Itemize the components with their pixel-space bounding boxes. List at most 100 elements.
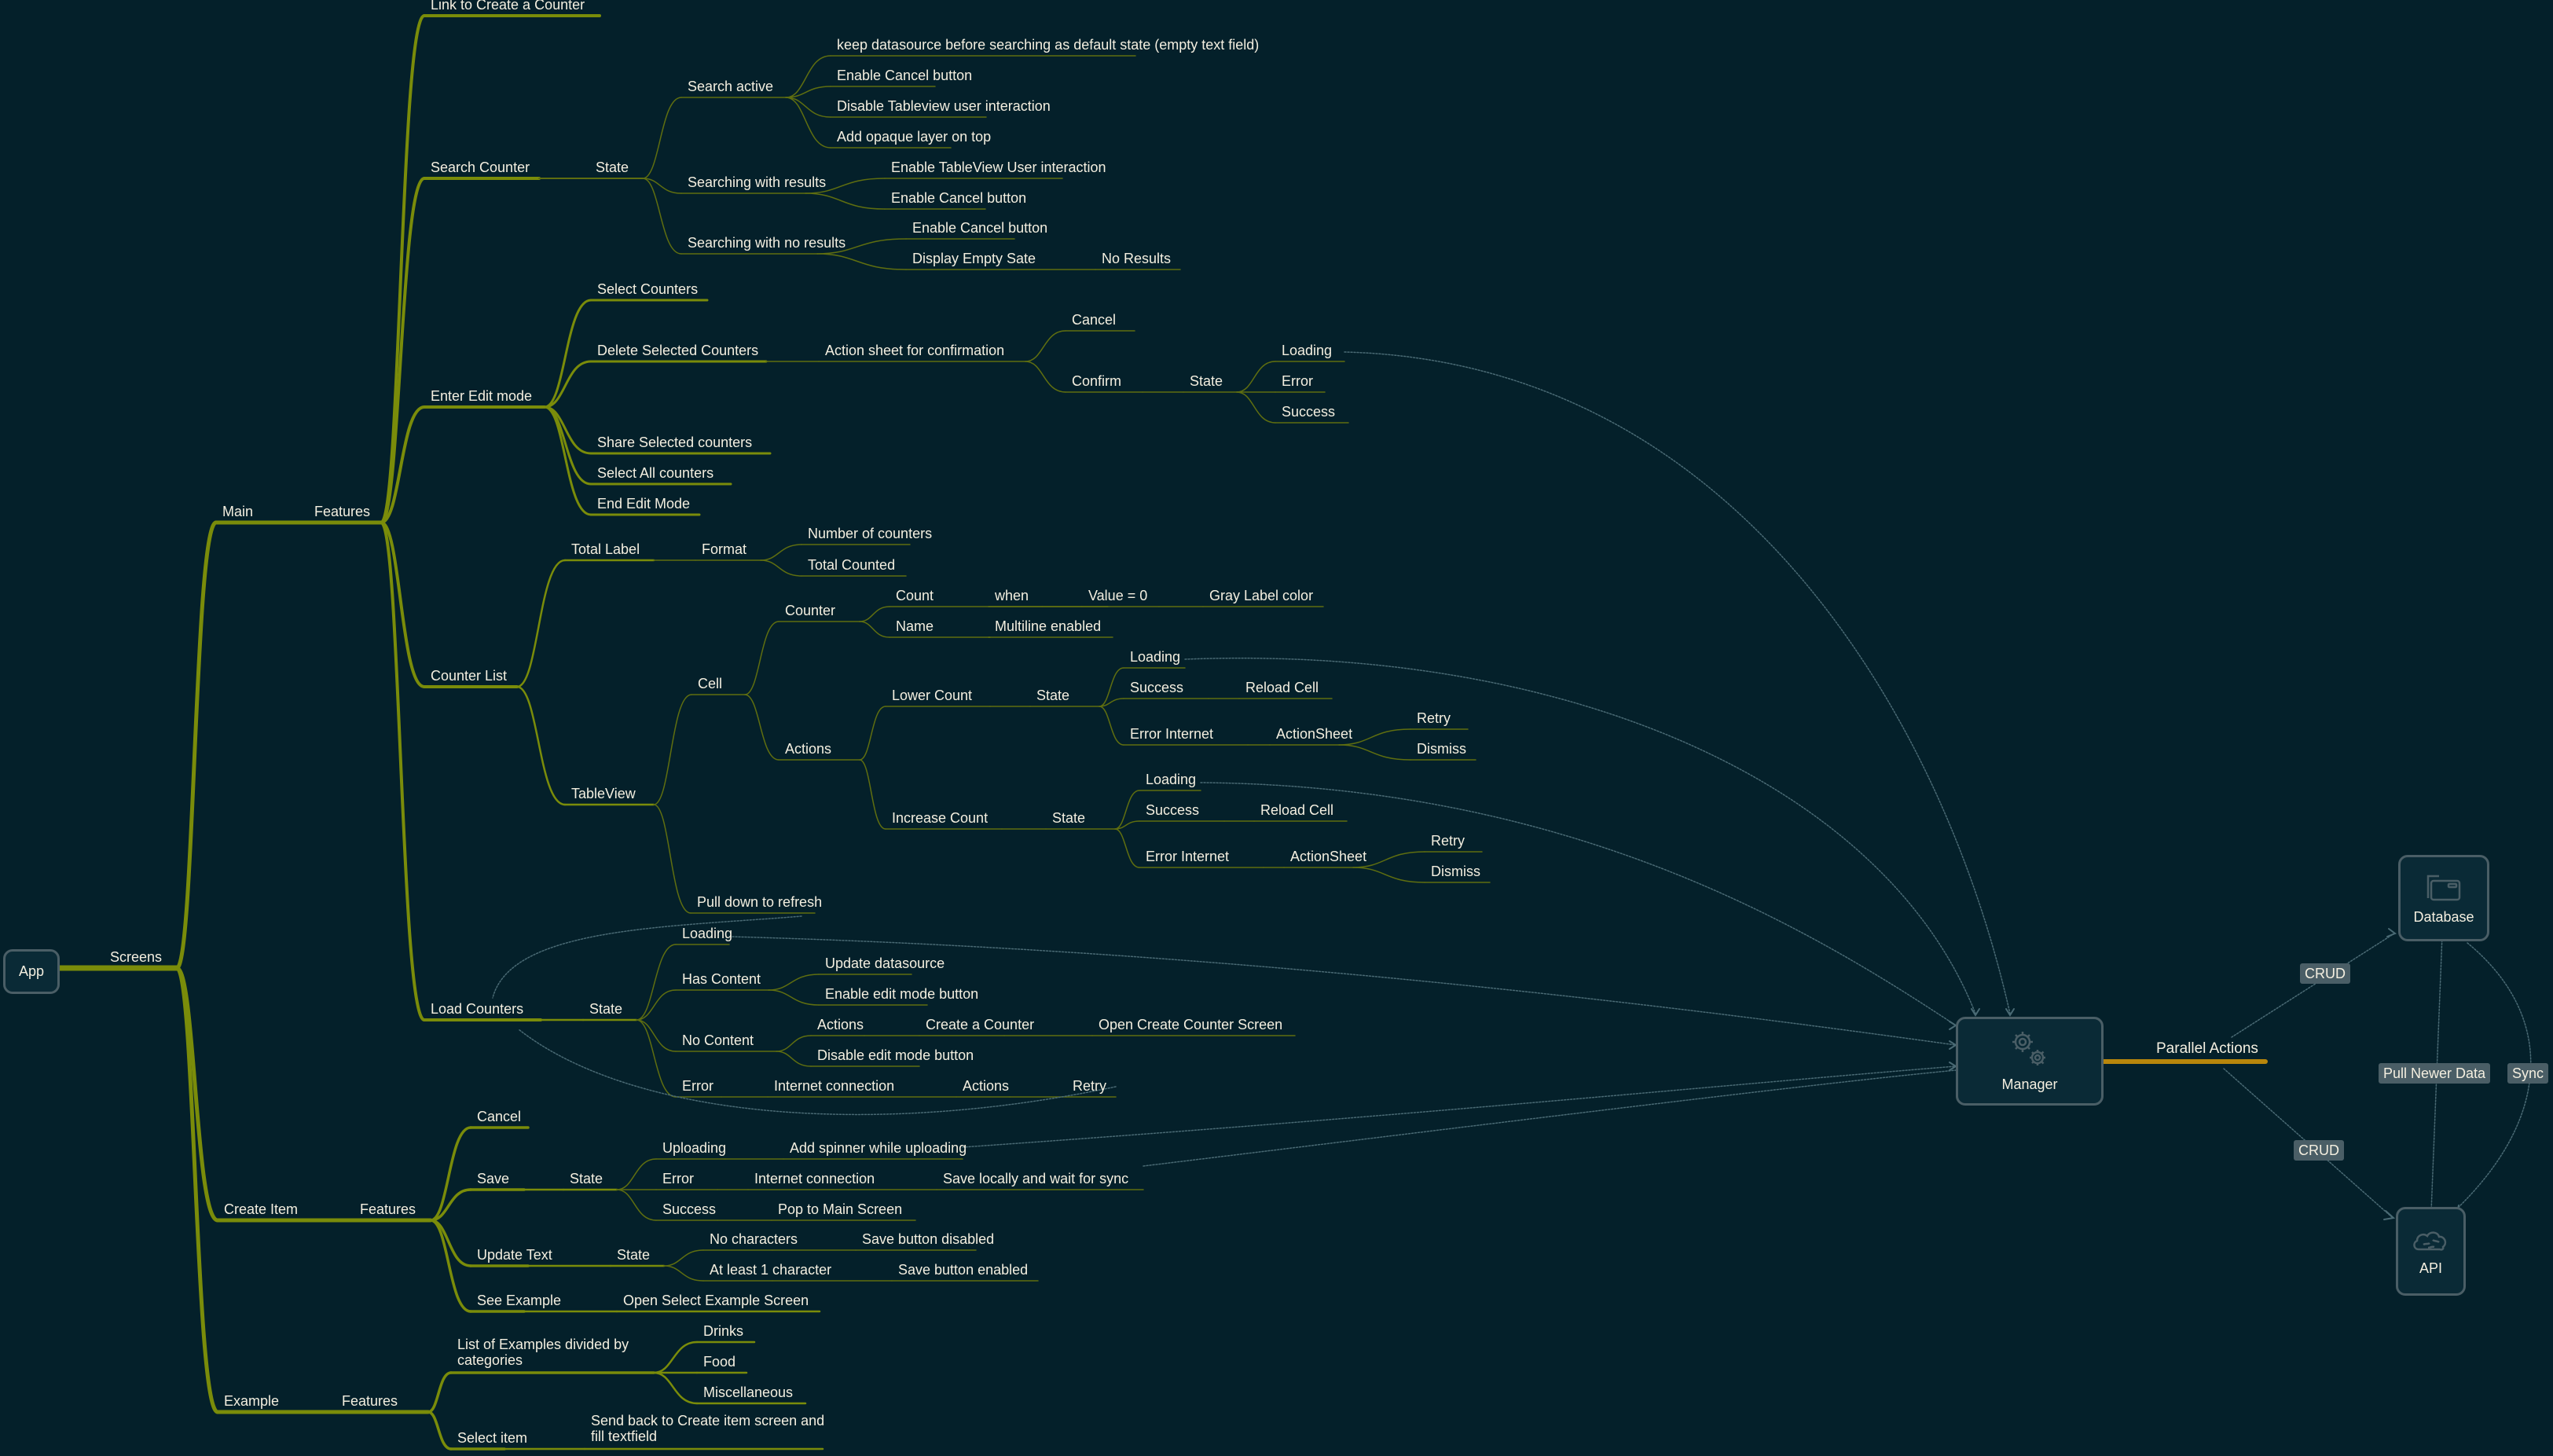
mindmap-node-sres0[interactable]: Enable TableView User interaction — [891, 160, 1106, 175]
mindmap-node-cancel[interactable]: Cancel — [1072, 312, 1116, 328]
mindmap-node-ic[interactable]: Internet connection — [774, 1078, 894, 1094]
app-root-node[interactable]: App — [3, 949, 60, 994]
mindmap-node-cat1[interactable]: Food — [703, 1354, 735, 1370]
mindmap-node-se[interactable]: Save button enabled — [898, 1262, 1028, 1278]
mindmap-node-cs1[interactable]: Error — [1282, 373, 1313, 389]
mindmap-node-cat2[interactable]: Miscellaneous — [703, 1384, 793, 1400]
mindmap-node-il[interactable]: Loading — [1146, 772, 1196, 787]
mindmap-node-list[interactable]: List of Examples divided by categories — [457, 1337, 662, 1368]
mindmap-node-snores[interactable]: Searching with no results — [688, 235, 845, 251]
mindmap-node-lstate[interactable]: State — [1036, 688, 1069, 703]
mindmap-node-utstate[interactable]: State — [617, 1247, 650, 1263]
mindmap-node-cicancel[interactable]: Cancel — [477, 1109, 521, 1124]
mindmap-node-sai1[interactable]: Enable Cancel button — [837, 68, 972, 83]
mindmap-node-format[interactable]: Format — [702, 541, 746, 557]
mindmap-node-eretry[interactable]: Retry — [1073, 1078, 1106, 1094]
mindmap-node-eact[interactable]: Actions — [963, 1078, 1009, 1094]
mindmap-node-tv[interactable]: TableView — [571, 786, 636, 801]
mindmap-node-ll[interactable]: Loading — [1130, 649, 1180, 665]
mindmap-node-total[interactable]: Total Label — [571, 541, 640, 557]
mindmap-node-cierr[interactable]: Error — [662, 1171, 694, 1186]
mindmap-node-selall[interactable]: Select All counters — [597, 465, 713, 481]
mindmap-node-cs2[interactable]: Success — [1282, 404, 1335, 420]
mindmap-node-occ[interactable]: Open Create Counter Screen — [1099, 1017, 1282, 1032]
mindmap-node-noch[interactable]: No characters — [710, 1231, 798, 1247]
mindmap-node-sres1[interactable]: Enable Cancel button — [891, 190, 1026, 206]
mindmap-node-pop[interactable]: Pop to Main Screen — [778, 1201, 902, 1217]
manager-node[interactable]: Manager — [1956, 1017, 2104, 1106]
mindmap-node-gray[interactable]: Gray Label color — [1209, 588, 1313, 603]
mindmap-node-cs0[interactable]: Loading — [1282, 343, 1332, 358]
mindmap-node-ncc[interactable]: Create a Counter — [926, 1017, 1034, 1032]
mindmap-node-hc[interactable]: Has Content — [682, 971, 761, 987]
mindmap-node-cat0[interactable]: Drinks — [703, 1323, 743, 1339]
mindmap-node-val0[interactable]: Value = 0 — [1088, 588, 1147, 603]
mindmap-node-sai0[interactable]: keep datasource before searching as defa… — [837, 37, 1259, 53]
mindmap-node-sai2[interactable]: Disable Tableview user interaction — [837, 98, 1051, 114]
mindmap-node-multi[interactable]: Multiline enabled — [995, 618, 1101, 634]
mindmap-node-clist[interactable]: Counter List — [431, 668, 507, 684]
mindmap-node-up[interactable]: Uploading — [662, 1140, 726, 1156]
mindmap-node-istate[interactable]: State — [1052, 810, 1085, 826]
mindmap-node-snores0[interactable]: Enable Cancel button — [912, 220, 1047, 236]
mindmap-node-lrc[interactable]: Reload Cell — [1245, 680, 1319, 695]
mindmap-node-id[interactable]: Dismiss — [1431, 864, 1480, 879]
mindmap-node-pull[interactable]: Pull down to refresh — [697, 894, 822, 910]
mindmap-node-selc[interactable]: Select Counters — [597, 281, 698, 297]
mindmap-node-sres[interactable]: Searching with results — [688, 174, 826, 190]
mindmap-node-le[interactable]: Error Internet — [1130, 726, 1213, 742]
mindmap-node-see[interactable]: See Example — [477, 1293, 561, 1308]
mindmap-node-edit[interactable]: Enter Edit mode — [431, 388, 532, 404]
mindmap-node-snores1[interactable]: Display Empty Sate — [912, 251, 1036, 266]
mindmap-node-ud[interactable]: Update datasource — [825, 955, 945, 971]
mindmap-node-sd[interactable]: Save button disabled — [862, 1231, 994, 1247]
database-node[interactable]: Database — [2398, 855, 2489, 941]
mindmap-node-mfeat[interactable]: Features — [314, 504, 370, 519]
api-node[interactable]: API — [2396, 1207, 2466, 1296]
mindmap-node-ld[interactable]: Dismiss — [1417, 741, 1466, 757]
mindmap-node-de[interactable]: Disable edit mode button — [817, 1047, 974, 1063]
mindmap-node-exfeat[interactable]: Features — [342, 1393, 398, 1409]
mindmap-node-f0[interactable]: Number of counters — [808, 526, 932, 541]
mindmap-node-confirm[interactable]: Confirm — [1072, 373, 1121, 389]
mindmap-node-cistate[interactable]: State — [570, 1171, 603, 1186]
mindmap-node-del[interactable]: Delete Selected Counters — [597, 343, 758, 358]
mindmap-node-nc[interactable]: No Content — [682, 1032, 754, 1048]
mindmap-node-ls[interactable]: Success — [1130, 680, 1183, 695]
mindmap-node-name[interactable]: Name — [896, 618, 934, 634]
mindmap-node-cisucc[interactable]: Success — [662, 1201, 716, 1217]
mindmap-node-ee[interactable]: Enable edit mode button — [825, 986, 978, 1002]
mindmap-node-ose[interactable]: Open Select Example Screen — [623, 1293, 809, 1308]
mindmap-node-sendback[interactable]: Send back to Create item screen and fill… — [591, 1413, 834, 1444]
mindmap-node-search[interactable]: Search Counter — [431, 160, 530, 175]
mindmap-node-ut[interactable]: Update Text — [477, 1247, 552, 1263]
mindmap-node-actions[interactable]: Actions — [785, 741, 831, 757]
mindmap-node-main[interactable]: Main — [222, 504, 253, 519]
mindmap-node-spin[interactable]: Add spinner while uploading — [790, 1140, 967, 1156]
mindmap-node-share[interactable]: Share Selected counters — [597, 435, 752, 450]
mindmap-node-cisave[interactable]: Save — [477, 1171, 509, 1186]
mindmap-node-ci[interactable]: Create Item — [224, 1201, 298, 1217]
mindmap-node-cstate[interactable]: State — [1190, 373, 1223, 389]
mindmap-node-sstate[interactable]: State — [596, 160, 629, 175]
mindmap-node-lol[interactable]: Loading — [682, 926, 732, 941]
mindmap-node-f1[interactable]: Total Counted — [808, 557, 895, 573]
mindmap-node-nores[interactable]: No Results — [1102, 251, 1171, 266]
mindmap-node-counter[interactable]: Counter — [785, 603, 835, 618]
mindmap-node-cifeat[interactable]: Features — [360, 1201, 416, 1217]
mindmap-node-inc[interactable]: Increase Count — [892, 810, 988, 826]
mindmap-node-sai3[interactable]: Add opaque layer on top — [837, 129, 991, 145]
mindmap-node-endedit[interactable]: End Edit Mode — [597, 496, 690, 512]
mindmap-node-ex[interactable]: Example — [224, 1393, 279, 1409]
mindmap-node-saveloc[interactable]: Save locally and wait for sync — [943, 1171, 1128, 1186]
mindmap-node-count[interactable]: Count — [896, 588, 934, 603]
mindmap-node-asconf[interactable]: Action sheet for confirmation — [825, 343, 1004, 358]
mindmap-node-link[interactable]: Link to Create a Counter — [431, 0, 585, 13]
mindmap-node-lr[interactable]: Retry — [1417, 710, 1451, 726]
mindmap-node-las[interactable]: ActionSheet — [1276, 726, 1352, 742]
mindmap-node-irc[interactable]: Reload Cell — [1260, 802, 1333, 818]
mindmap-node-ie[interactable]: Error Internet — [1146, 849, 1229, 864]
mindmap-node-lower[interactable]: Lower Count — [892, 688, 972, 703]
mindmap-node-screens[interactable]: Screens — [110, 949, 162, 965]
mindmap-node-load[interactable]: Load Counters — [431, 1001, 523, 1017]
